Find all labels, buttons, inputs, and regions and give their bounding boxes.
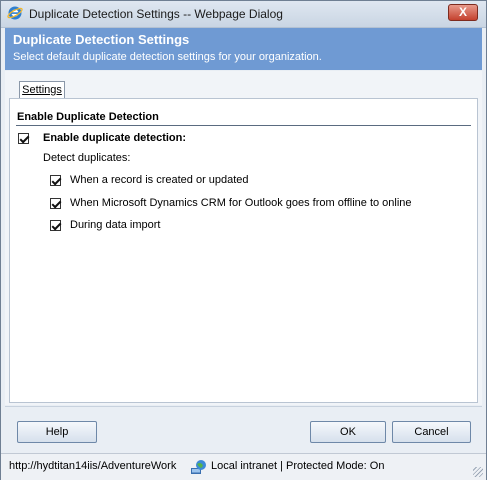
internet-explorer-icon: [7, 6, 23, 20]
security-zone-status: Local intranet | Protected Mode: On: [211, 460, 385, 472]
resize-grip[interactable]: [473, 467, 483, 477]
ok-button[interactable]: OK: [310, 421, 386, 443]
data-import-checkbox[interactable]: [50, 220, 61, 231]
close-icon: X: [458, 5, 467, 19]
dialog-window: Duplicate Detection Settings -- Webpage …: [0, 0, 487, 480]
enable-duplicate-detection-checkbox[interactable]: [18, 133, 29, 144]
dialog-header-subtitle: Select default duplicate detection setti…: [13, 51, 322, 63]
close-button[interactable]: X: [448, 4, 478, 21]
cancel-button[interactable]: Cancel: [392, 421, 471, 443]
tab-settings-label: Settings: [22, 84, 62, 96]
settings-tab-panel: Enable Duplicate Detection Enable duplic…: [9, 98, 478, 403]
intranet-globe-icon: [191, 460, 206, 474]
enable-duplicate-detection-label: Enable duplicate detection:: [43, 132, 187, 144]
dialog-body: Settings Enable Duplicate Detection Enab…: [5, 71, 482, 405]
created-or-updated-checkbox[interactable]: [50, 175, 61, 186]
status-url: http://hydtitan14iis/AdventureWork: [9, 460, 177, 472]
title-bar[interactable]: Duplicate Detection Settings -- Webpage …: [1, 1, 486, 28]
tab-settings[interactable]: Settings: [19, 81, 65, 99]
created-or-updated-label: When a record is created or updated: [70, 174, 249, 186]
offline-to-online-label: When Microsoft Dynamics CRM for Outlook …: [70, 197, 412, 209]
data-import-label: During data import: [70, 219, 161, 231]
help-button[interactable]: Help: [17, 421, 97, 443]
dialog-footer: Help OK Cancel: [5, 406, 482, 453]
dialog-header-title: Duplicate Detection Settings: [13, 32, 190, 47]
dialog-header: Duplicate Detection Settings Select defa…: [5, 28, 482, 70]
section-divider: [16, 125, 471, 126]
status-bar: http://hydtitan14iis/AdventureWork Local…: [1, 453, 486, 480]
window-title: Duplicate Detection Settings -- Webpage …: [29, 7, 283, 21]
section-title: Enable Duplicate Detection: [17, 111, 159, 123]
detect-duplicates-label: Detect duplicates:: [43, 152, 131, 164]
offline-to-online-checkbox[interactable]: [50, 198, 61, 209]
